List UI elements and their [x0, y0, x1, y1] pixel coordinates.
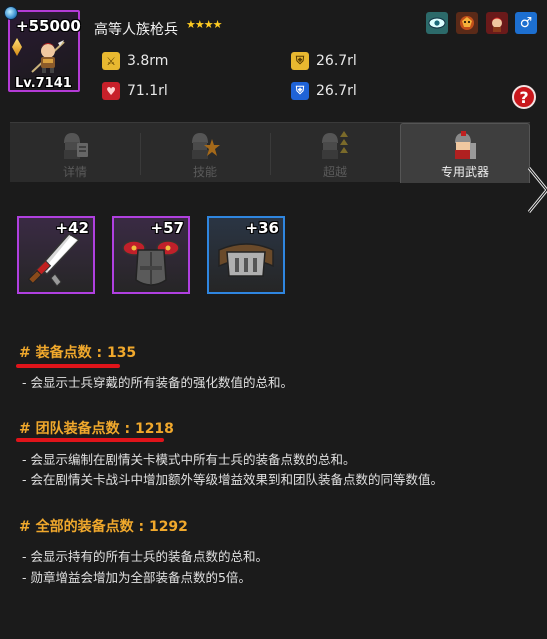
red-underline [16, 364, 120, 368]
team-equipment-points-title: # 团队装备点数 : 1218 [19, 421, 174, 437]
section-line: - 会显示编制在剧情关卡模式中所有士兵的装备点数的总和。 [22, 452, 356, 467]
tab-details-label: 详情 [62, 165, 87, 179]
gem-icon [12, 38, 22, 56]
belt-icon [218, 243, 274, 277]
soldier-burst-icon [192, 133, 220, 159]
tab-skills[interactable]: 技能 [140, 123, 270, 183]
magic-defense-stat: ⛨ 26.7rl [291, 82, 357, 100]
total-equipment-points-title: # 全部的装备点数 : 1292 [19, 519, 188, 535]
magic-defense-value: 26.7rl [316, 83, 357, 99]
equipment-bonus: +57 [150, 219, 184, 237]
tab-bar: 详情 技能 超越 专用武器 [10, 122, 530, 183]
help-button[interactable]: ? [512, 85, 536, 109]
attack-value: 3.8rm [127, 53, 169, 69]
close-icon[interactable] [525, 162, 547, 218]
sword-icon [27, 233, 81, 287]
armor-icon [122, 240, 180, 286]
equipment-slot-belt[interactable]: +36 [207, 216, 285, 294]
magic-shield-icon: ⛨ [291, 82, 309, 100]
hero-stars: ★★★★ [186, 18, 222, 31]
defense-stat: ⛨ 26.7rl [291, 52, 357, 70]
equipment-bonus: +36 [245, 219, 279, 237]
male-gender-icon[interactable]: ♂ [515, 12, 537, 34]
soldier-scroll-icon [64, 133, 88, 159]
hero-name: 高等人族枪兵 [94, 22, 178, 38]
soldier-weapon-icon [455, 131, 476, 159]
tab-transcend[interactable]: 超越 [270, 123, 400, 183]
hp-stat: ♥ 71.1rl [102, 82, 168, 100]
section-line: - 会显示士兵穿戴的所有装备的强化数值的总和。 [22, 375, 293, 390]
hero-level: Lv.7141 [15, 76, 72, 91]
red-underline [16, 438, 164, 442]
equipment-points-title: # 装备点数 : 135 [19, 345, 137, 361]
equipment-bonus: +42 [55, 219, 89, 237]
equipment-slot-weapon[interactable]: +42 [17, 216, 95, 294]
tab-exclusive-weapon-label: 专用武器 [440, 165, 489, 179]
spearman-avatar-icon [31, 40, 65, 73]
equipment-slot-armor[interactable]: +57 [112, 216, 190, 294]
hero-portrait[interactable]: +55000 Lv.7141 [4, 6, 81, 92]
hp-value: 71.1rl [127, 83, 168, 99]
section-line: - 会显示持有的所有士兵的装备点数的总和。 [22, 549, 268, 564]
section-line: - 勋章增益会增加为全部装备点数的5倍。 [22, 570, 251, 585]
heart-icon: ♥ [102, 82, 120, 100]
sword-icon: ⚔ [102, 52, 120, 70]
section-line: - 会在剧情关卡战斗中增加额外等级增益效果到和团队装备点数的同等数值。 [22, 472, 443, 487]
shield-icon: ⛨ [291, 52, 309, 70]
tab-exclusive-weapon[interactable]: 专用武器 [400, 123, 530, 183]
soldier-arrows-icon [322, 131, 348, 159]
eye-icon[interactable] [426, 12, 448, 34]
tab-details[interactable]: 详情 [10, 123, 140, 183]
costume-icon[interactable] [486, 12, 508, 34]
attack-stat: ⚔ 3.8rm [102, 52, 168, 70]
defense-value: 26.7rl [316, 53, 357, 69]
tab-skills-label: 技能 [192, 165, 217, 179]
dragon-icon[interactable] [456, 12, 478, 34]
tab-transcend-label: 超越 [322, 165, 347, 179]
hero-power: +55000 [16, 17, 81, 35]
